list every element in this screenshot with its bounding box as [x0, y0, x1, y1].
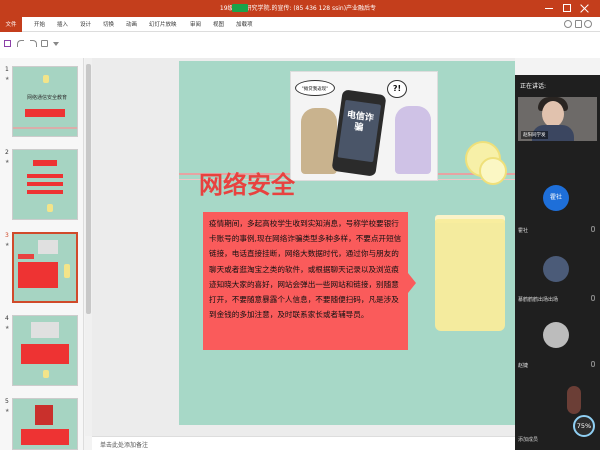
participant-avatar[interactable]: [543, 256, 569, 282]
main-speaker-video[interactable]: 赵阳同学发: [518, 97, 597, 141]
thumb-lemon-icon: [47, 204, 53, 212]
thumb-lemon-icon: [43, 370, 49, 378]
maximize-button[interactable]: [562, 3, 572, 13]
thumb-red-box: [21, 429, 69, 445]
tab-animations[interactable]: 动画: [126, 20, 137, 28]
thumb-star-icon: ★: [5, 159, 10, 165]
sharing-badge: [232, 4, 248, 12]
slide-body-textbox[interactable]: 疫情期间，多起高校学生收到实知消息，号称学校要银行卡账号的事例,现在网络诈骗类型…: [203, 212, 408, 350]
thumb-star-icon: ★: [5, 325, 10, 331]
question-bubble: ?!: [387, 80, 407, 98]
thumb-number: 4: [5, 315, 9, 322]
tab-insert[interactable]: 插入: [57, 20, 68, 28]
thumb-number: 5: [5, 398, 9, 405]
tab-transitions[interactable]: 切换: [103, 20, 114, 28]
cartoon-victim-figure: [395, 106, 431, 174]
thumb-red-box: [21, 344, 69, 364]
window-title-rest: 的宣传: (85 436 128 ssin)产业融后专: [271, 5, 377, 12]
close-button[interactable]: [580, 3, 590, 13]
thumb-image: [35, 405, 53, 425]
mic-icon[interactable]: [591, 361, 595, 367]
thumb-image: [38, 240, 58, 254]
speaker-face: [542, 101, 564, 127]
window-title: 19级农村研究学院.的宣传: (85 436 128 ssin)产业融后专: [148, 3, 448, 12]
ribbon-tabs: 文件 开始 插入 设计 切换 动画 幻灯片放映 审阅 视图 加载项: [0, 17, 600, 32]
current-slide[interactable]: 电信诈骗 "摊贷我返现" ?! 网络安全 疫情期间，多起高校学生收到实知消息，号…: [179, 61, 515, 425]
thumb-red-box: [33, 160, 57, 166]
thumb-number: 1: [5, 66, 9, 73]
slide-title[interactable]: 网络安全: [199, 165, 295, 200]
participant-name: 霍社: [518, 228, 529, 234]
speaker-name-tag: 赵阳同学发: [521, 131, 548, 139]
thumb-number: 2: [5, 149, 9, 156]
save-icon[interactable]: [4, 40, 11, 47]
tab-addins[interactable]: 加载项: [236, 20, 253, 28]
slide-thumbnail[interactable]: [12, 149, 78, 220]
thumb-lemon-icon: [43, 75, 49, 83]
participant-avatar-text: 霍社: [549, 194, 562, 201]
slide-thumbnail-selected[interactable]: [12, 232, 78, 303]
textbox-arrow-shape: [408, 273, 416, 293]
thumb-title: 网络通信安全教育: [26, 95, 67, 101]
speech-bubble: "摊贷我返现": [295, 80, 335, 96]
slide-thumbnail[interactable]: [12, 398, 78, 450]
mic-icon[interactable]: [591, 226, 595, 232]
thumb-red-box: [18, 262, 58, 288]
help-icon[interactable]: [584, 20, 592, 28]
start-slideshow-icon[interactable]: [41, 40, 48, 47]
notes-placeholder: 单击此处添加备注: [100, 442, 149, 449]
add-member-label[interactable]: 添加成员: [518, 436, 538, 443]
speaking-label: 正在讲话:: [520, 83, 547, 90]
thumb-glass-icon: [64, 264, 70, 278]
phone-label: 电信诈骗: [346, 110, 375, 134]
participant-thumbnail[interactable]: [567, 386, 581, 414]
thumbnail-scrollbar[interactable]: [85, 58, 92, 436]
tab-review[interactable]: 审阅: [190, 20, 201, 28]
phone-icon: 电信诈骗: [331, 89, 387, 177]
slide-body-text: 疫情期间，多起高校学生收到实知消息，号称学校要银行卡账号的事例,现在网络诈骗类型…: [209, 219, 402, 320]
participant-name: 慕鹤鹤鹤出场出场: [518, 297, 559, 303]
thumb-star-icon: ★: [5, 76, 10, 82]
thumb-red-box: [27, 174, 63, 178]
tab-design[interactable]: 设计: [80, 20, 91, 28]
mic-icon[interactable]: [591, 295, 595, 301]
quick-access-toolbar: [0, 32, 600, 58]
participant-avatar[interactable]: [543, 322, 569, 348]
share-icon[interactable]: [575, 20, 582, 28]
tab-slideshow[interactable]: 幻灯片放映: [149, 20, 177, 28]
thumb-red-box: [25, 109, 65, 117]
thumb-title-mark: [18, 254, 34, 259]
lemonade-glass-image: [435, 219, 505, 331]
participant-name: 赵婕: [518, 363, 529, 369]
notes-pane[interactable]: 单击此处添加备注: [92, 436, 515, 450]
thumb-red-box: [27, 190, 63, 194]
lemon-slice-icon: [479, 157, 507, 185]
powerpoint-window: 19级农村研究学院.的宣传: (85 436 128 ssin)产业融后专 文件…: [0, 0, 600, 450]
meeting-video-panel: 正在讲话: 赵阳同学发 霍社 霍社 慕鹤鹤鹤出场出场 赵婕 添加成员: [515, 75, 600, 450]
tab-file[interactable]: 文件: [0, 17, 22, 32]
slide-thumbnail[interactable]: 网络通信安全教育: [12, 66, 78, 137]
thumb-number: 3: [5, 232, 9, 239]
thumb-star-icon: ★: [5, 408, 10, 414]
fraud-cartoon-image[interactable]: 电信诈骗 "摊贷我返现" ?!: [290, 71, 438, 181]
thumb-stripe: [13, 127, 77, 129]
tab-view[interactable]: 视图: [213, 20, 224, 28]
undo-icon[interactable]: [17, 40, 24, 47]
redo-icon[interactable]: [30, 40, 37, 47]
thumb-star-icon: ★: [5, 242, 10, 248]
customize-toolbar-icon[interactable]: [53, 42, 59, 46]
scrollbar-thumb[interactable]: [86, 64, 91, 314]
title-bar: 19级农村研究学院.的宣传: (85 436 128 ssin)产业融后专: [0, 0, 600, 17]
tab-home[interactable]: 开始: [34, 20, 45, 28]
thumb-red-box: [27, 182, 63, 186]
slide-thumbnail[interactable]: [12, 315, 78, 386]
slide-thumbnail-pane: 1 ★ 网络通信安全教育 2 ★ 3 ★ 4 ★ 5 ★: [0, 58, 84, 450]
thumb-image: [31, 322, 59, 338]
account-icon[interactable]: [564, 20, 572, 28]
network-percent-badge[interactable]: 75%: [573, 415, 595, 437]
minimize-button[interactable]: [544, 3, 554, 13]
